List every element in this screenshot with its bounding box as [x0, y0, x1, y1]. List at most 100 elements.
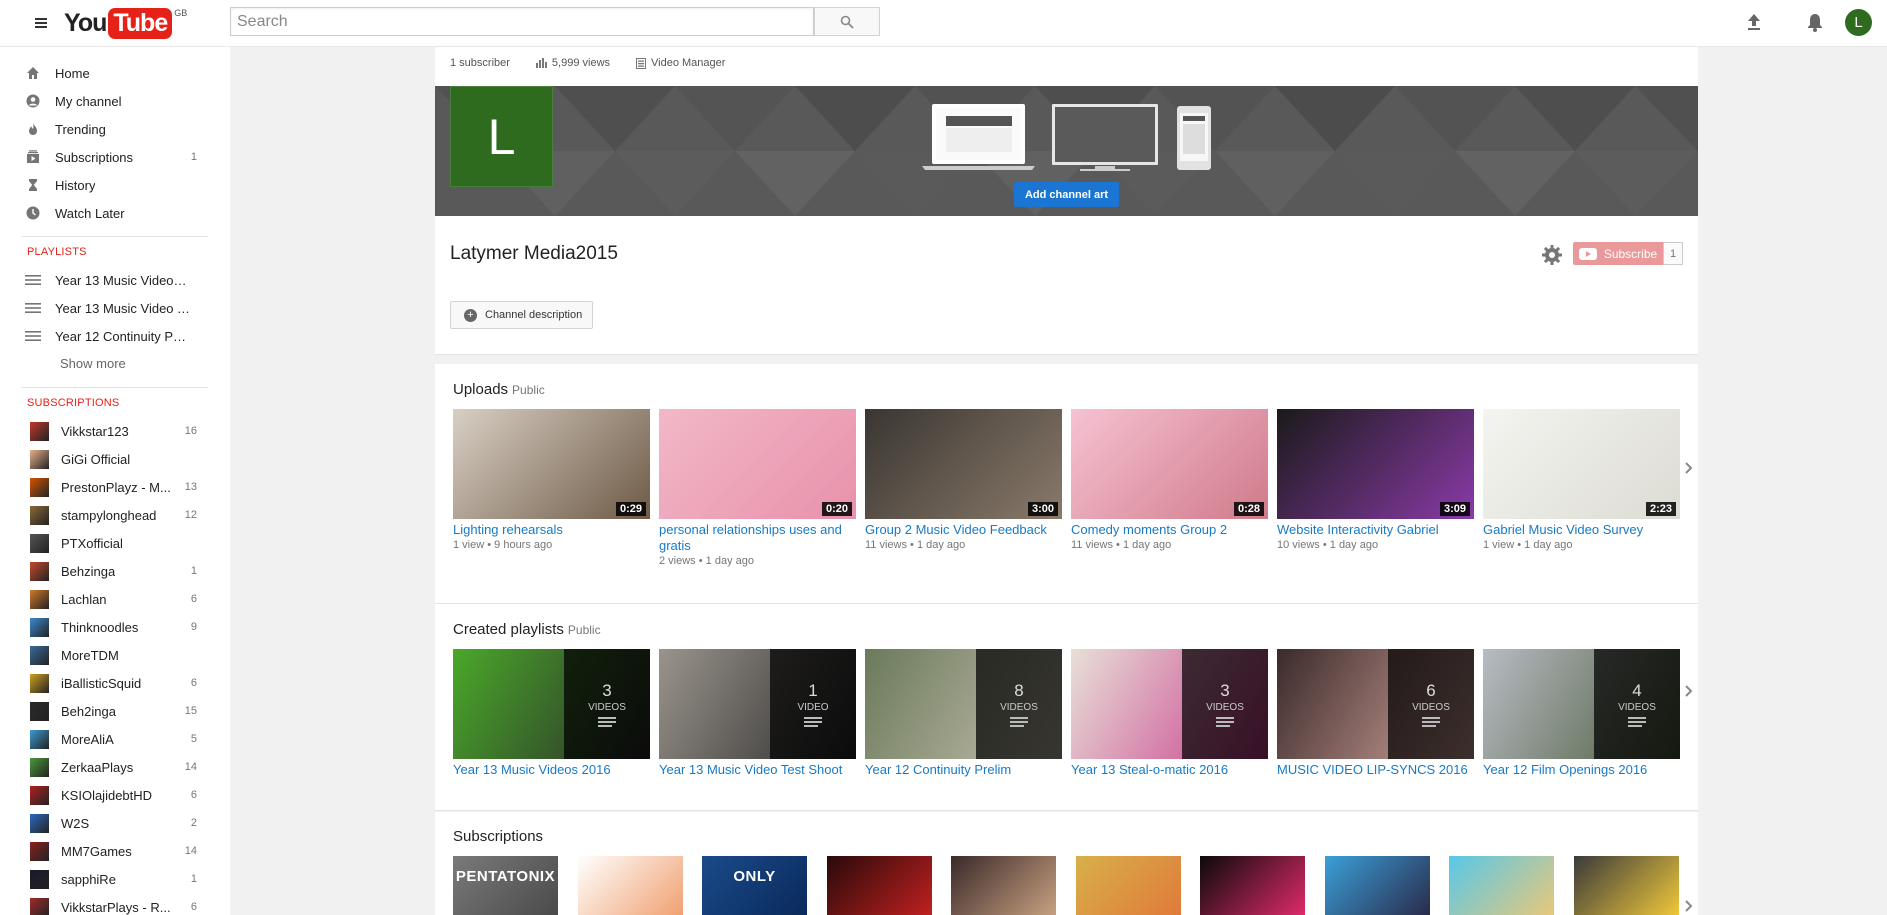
video-title-link[interactable]: Gabriel Music Video Survey	[1483, 522, 1683, 538]
sidebar-subscription-item[interactable]: stampylonghead 12	[30, 503, 210, 527]
playlist-title-link[interactable]: Year 13 Steal-o-matic 2016	[1071, 762, 1271, 778]
playlist-title-link[interactable]: MUSIC VIDEO LIP-SYNCS 2016	[1277, 762, 1477, 778]
sidebar-item-subscriptions[interactable]: Subscriptions 1	[25, 145, 210, 169]
subscription-channel-thumbnail[interactable]	[1075, 856, 1181, 915]
sidebar-subscription-item[interactable]: Beh2inga 15	[30, 699, 210, 723]
notifications-bell-icon[interactable]	[1803, 10, 1827, 34]
channel-thumbnail	[30, 477, 49, 497]
channel-description-button[interactable]: + Channel description	[450, 301, 593, 329]
sidebar-item-label: Subscriptions	[55, 149, 134, 165]
show-more-link[interactable]: Show more	[60, 356, 126, 371]
video-title-link[interactable]: Website Interactivity Gabriel	[1277, 522, 1477, 538]
sidebar-item-history[interactable]: History	[25, 173, 210, 197]
youtube-logo[interactable]: You Tube GB	[64, 6, 187, 40]
sidebar-subscription-item[interactable]: Lachlan 6	[30, 587, 210, 611]
sidebar-item-count: 1	[190, 151, 197, 163]
sidebar-subscription-item[interactable]: MoreTDM	[30, 643, 210, 667]
sidebar-item-label: Trending	[55, 121, 106, 137]
chevron-right-icon[interactable]	[1683, 458, 1695, 478]
sidebar-item-watch-later[interactable]: Watch Later	[25, 201, 210, 225]
sidebar-playlist-item[interactable]: Year 13 Music Video T...	[25, 296, 210, 320]
sidebar-item-label: sapphiRe	[61, 871, 116, 887]
sidebar-subscription-item[interactable]: GiGi Official	[30, 447, 210, 471]
subscription-channel-thumbnail[interactable]	[951, 856, 1056, 915]
sidebar-item-count: 15	[184, 705, 197, 717]
video-title-link[interactable]: Comedy moments Group 2	[1071, 522, 1271, 538]
sidebar-item-label: PrestonPlayz - M...	[61, 479, 171, 495]
chevron-right-icon[interactable]	[1683, 681, 1695, 701]
video-thumbnail[interactable]: 0:20	[659, 409, 856, 519]
playlist-video-count: 3	[602, 680, 612, 700]
subscription-channel-thumbnail[interactable]	[826, 856, 932, 915]
gear-icon[interactable]	[1541, 244, 1563, 266]
playlist-thumbnail[interactable]: 1 VIDEO	[659, 649, 856, 759]
sidebar-subscription-item[interactable]: Thinknoodles 9	[30, 615, 210, 639]
sidebar-subscription-item[interactable]: Behzinga 1	[30, 559, 210, 583]
sidebar-subscription-item[interactable]: MM7Games 14	[30, 839, 210, 863]
sidebar-subscription-item[interactable]: iBallisticSquid 6	[30, 671, 210, 695]
subscriptions-header: SUBSCRIPTIONS	[27, 397, 120, 409]
video-thumbnail[interactable]: 2:23	[1483, 409, 1680, 519]
playlist-title-link[interactable]: Year 12 Continuity Prelim	[865, 762, 1065, 778]
subscription-channel-thumbnail[interactable]: ONLY	[702, 856, 807, 915]
video-title-link[interactable]: Group 2 Music Video Feedback	[865, 522, 1065, 538]
subscribe-button[interactable]: Subscribe	[1573, 242, 1663, 265]
playlist-thumbnail[interactable]: 3 VIDEOS	[453, 649, 650, 759]
subscription-channel-thumbnail[interactable]	[577, 856, 683, 915]
account-avatar[interactable]: L	[1845, 9, 1872, 36]
playlist-thumbnail[interactable]: 3 VIDEOS	[1071, 649, 1268, 759]
playlist-title-link[interactable]: Year 13 Music Videos 2016	[453, 762, 653, 778]
video-title-link[interactable]: personal relationships uses and gratis	[659, 522, 859, 554]
subscription-channel-thumbnail[interactable]	[1573, 856, 1679, 915]
uploads-section-title[interactable]: Uploads Public	[453, 381, 545, 398]
video-thumbnail[interactable]: 0:28	[1071, 409, 1268, 519]
sidebar-item-count: 14	[184, 845, 197, 857]
sidebar-item-home[interactable]: Home	[25, 61, 210, 85]
sidebar-subscription-item[interactable]: Vikkstar123 16	[30, 419, 210, 443]
sidebar-subscription-item[interactable]: PTXofficial	[30, 531, 210, 555]
upload-icon[interactable]	[1742, 10, 1766, 34]
sidebar-playlist-item[interactable]: Year 13 Music Videos ...	[25, 268, 210, 292]
sidebar-subscription-item[interactable]: VikkstarPlays - R... 6	[30, 895, 210, 915]
playlist-title-link[interactable]: Year 13 Music Video Test Shoot	[659, 762, 859, 778]
search-button[interactable]	[814, 7, 880, 36]
playlist-count-overlay: 1 VIDEO	[770, 649, 856, 759]
subscriptions-section-title[interactable]: Subscriptions	[453, 828, 543, 845]
sidebar-item-my-channel[interactable]: My channel	[25, 89, 210, 113]
playlist-thumbnail[interactable]: 6 VIDEOS	[1277, 649, 1474, 759]
hamburger-menu-icon[interactable]	[32, 13, 52, 33]
add-channel-art-button[interactable]: Add channel art	[1014, 182, 1119, 207]
playlist-thumbnail[interactable]: 8 VIDEOS	[865, 649, 1062, 759]
sidebar-playlist-item[interactable]: Year 12 Continuity Pre...	[25, 324, 210, 348]
sidebar-item-label: Year 13 Music Videos ...	[55, 272, 190, 288]
subscription-channel-thumbnail[interactable]	[1449, 856, 1554, 915]
playlist-thumbnail[interactable]: 4 VIDEOS	[1483, 649, 1680, 759]
video-title-link[interactable]: Lighting rehearsals	[453, 522, 653, 538]
channel-avatar[interactable]: L	[450, 86, 553, 187]
sidebar-subscription-item[interactable]: W2S 2	[30, 811, 210, 835]
region-code: GB	[174, 8, 188, 18]
sidebar-item-label: Vikkstar123	[61, 423, 129, 439]
subscription-channel-thumbnail[interactable]: PENTATONIX	[453, 856, 558, 915]
video-meta: 1 view • 1 day ago	[1483, 539, 1572, 551]
sidebar-subscription-item[interactable]: sapphiRe 1	[30, 867, 210, 891]
subscription-channel-thumbnail[interactable]	[1324, 856, 1430, 915]
video-thumbnail[interactable]: 3:09	[1277, 409, 1474, 519]
video-meta: 11 views • 1 day ago	[1071, 539, 1171, 551]
playlists-section-title[interactable]: Created playlists Public	[453, 621, 601, 638]
subscription-channel-thumbnail[interactable]	[1200, 856, 1305, 915]
video-thumbnail[interactable]: 3:00	[865, 409, 1062, 519]
channel-thumbnail	[30, 757, 49, 777]
video-manager-link[interactable]: Video Manager	[636, 57, 725, 69]
search-input[interactable]	[231, 8, 813, 35]
channel-thumbnail	[30, 533, 49, 553]
playlist-title-link[interactable]: Year 12 Film Openings 2016	[1483, 762, 1683, 778]
sidebar-subscription-item[interactable]: KSIOlajidebtHD 6	[30, 783, 210, 807]
video-thumbnail[interactable]: 0:29	[453, 409, 650, 519]
sidebar-subscription-item[interactable]: MoreAliA 5	[30, 727, 210, 751]
chevron-right-icon[interactable]	[1683, 897, 1695, 915]
sidebar-subscription-item[interactable]: ZerkaaPlays 14	[30, 755, 210, 779]
sidebar-item-label: Thinknoodles	[61, 619, 139, 635]
sidebar-subscription-item[interactable]: PrestonPlayz - M... 13	[30, 475, 210, 499]
sidebar-item-trending[interactable]: Trending	[25, 117, 210, 141]
